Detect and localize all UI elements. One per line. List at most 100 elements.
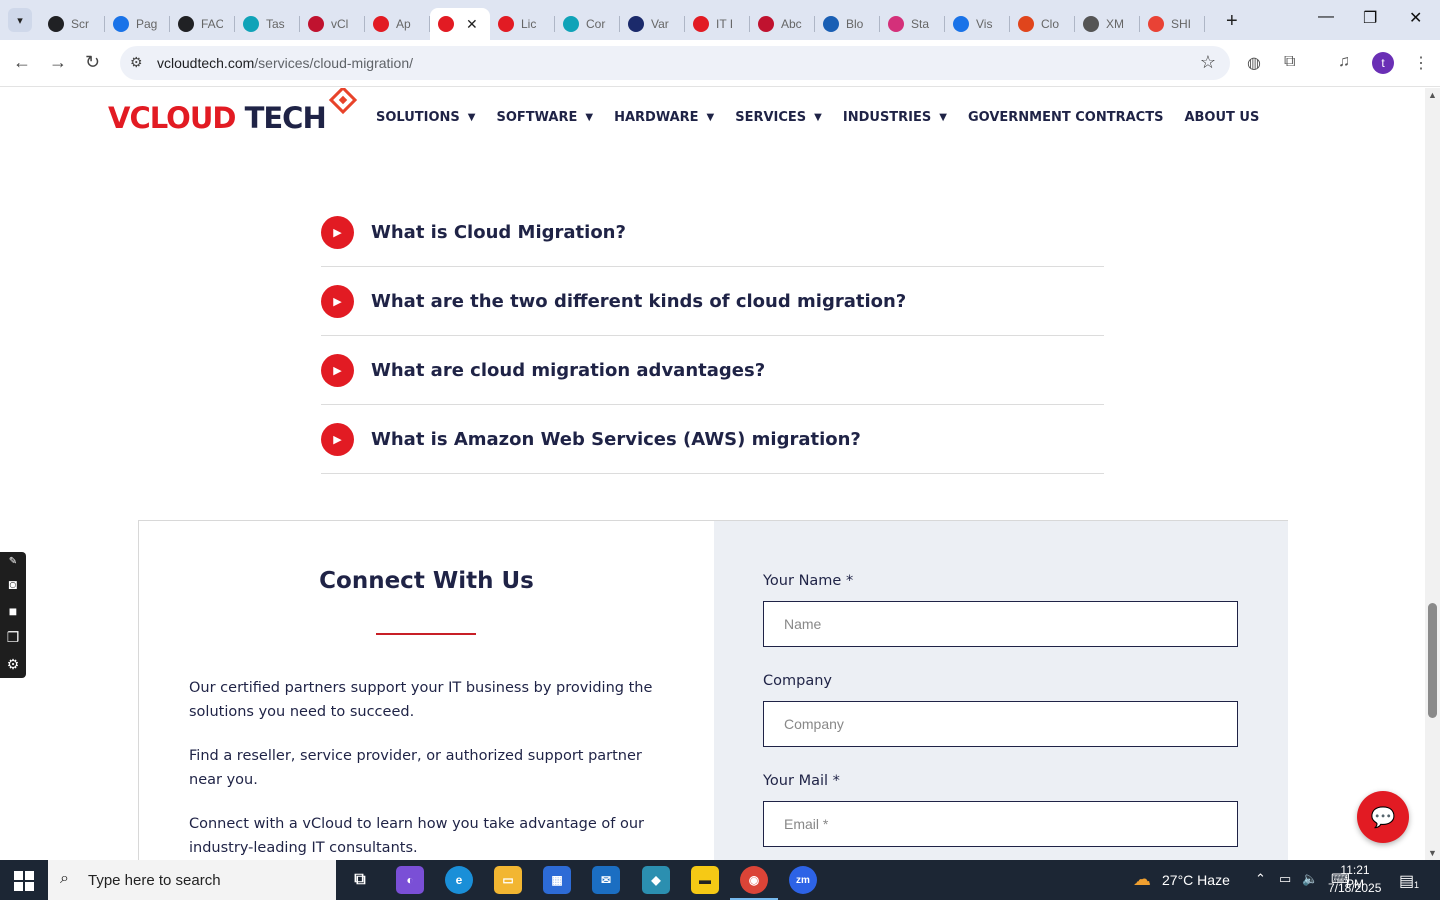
nav-item-label: SOLUTIONS bbox=[376, 110, 460, 125]
nav-item-services[interactable]: SERVICES ▼ bbox=[735, 110, 822, 125]
nav-item-hardware[interactable]: HARDWARE ▼ bbox=[614, 110, 714, 125]
extensions-icon[interactable]: ⧉ bbox=[1284, 53, 1295, 71]
menu-icon[interactable]: ⋮ bbox=[1413, 53, 1429, 73]
tab-title: Cor bbox=[586, 17, 606, 31]
app-icon[interactable]: ◆ bbox=[642, 866, 670, 894]
bookmark-star-icon[interactable]: ☆ bbox=[1200, 52, 1216, 73]
name-field[interactable] bbox=[763, 601, 1238, 647]
browser-tab[interactable]: IT I bbox=[685, 8, 750, 40]
title-divider bbox=[376, 633, 476, 635]
email-field[interactable] bbox=[763, 801, 1238, 847]
company-field[interactable] bbox=[763, 701, 1238, 747]
network-icon[interactable]: ▭ bbox=[1279, 871, 1291, 887]
speed-icon bbox=[113, 16, 129, 32]
edit-icon[interactable]: ✎ bbox=[0, 552, 26, 570]
tab-title: IT I bbox=[716, 17, 734, 31]
nav-item-software[interactable]: SOFTWARE ▼ bbox=[497, 110, 594, 125]
email-label: Your Mail * bbox=[763, 773, 840, 789]
tab-title: Vis bbox=[976, 17, 993, 31]
browser-tab[interactable]: SHI bbox=[1140, 8, 1205, 40]
clock-date[interactable]: 7/18/2025 bbox=[1328, 881, 1381, 895]
media-control-icon[interactable]: ♫ bbox=[1338, 53, 1350, 71]
scroll-down-arrow[interactable]: ▼ bbox=[1428, 848, 1437, 858]
sticky-notes-icon[interactable]: ▬ bbox=[691, 866, 719, 894]
vcloud-logo[interactable]: VCLOUD TECH bbox=[108, 101, 327, 135]
restore-button[interactable]: ❐ bbox=[1363, 8, 1377, 28]
profile-avatar[interactable]: t bbox=[1372, 52, 1394, 74]
close-window-button[interactable]: ✕ bbox=[1409, 8, 1422, 28]
weather-icon: ☁ bbox=[1133, 869, 1151, 889]
minimize-button[interactable]: — bbox=[1318, 8, 1334, 26]
reload-button[interactable]: ↻ bbox=[85, 52, 100, 73]
start-button[interactable] bbox=[14, 871, 34, 891]
browser-tab[interactable]: Clo bbox=[1010, 8, 1075, 40]
forward-button[interactable]: → bbox=[49, 52, 67, 73]
search-placeholder: Type here to search bbox=[88, 872, 221, 889]
volume-icon[interactable]: 🔈 bbox=[1302, 871, 1318, 887]
browser-tab[interactable]: Scr bbox=[40, 8, 105, 40]
edge-icon[interactable]: e bbox=[445, 866, 473, 894]
scroll-up-arrow[interactable]: ▲ bbox=[1428, 90, 1437, 100]
page-scrollbar[interactable]: ▲ ▼ bbox=[1425, 88, 1440, 860]
web-page: VCLOUD TECH SOLUTIONS ▼ SOFTWARE ▼ HARDWARE ▼… bbox=[0, 88, 1425, 860]
browser-tab[interactable]: Var bbox=[620, 8, 685, 40]
browser-tab[interactable]: Ap bbox=[365, 8, 430, 40]
store-icon[interactable]: ▦ bbox=[543, 866, 571, 894]
browser-tab[interactable]: Blo bbox=[815, 8, 880, 40]
tab-title: Clo bbox=[1041, 17, 1060, 31]
video-icon[interactable]: ■ bbox=[0, 597, 26, 624]
notifications-icon[interactable]: ▤ bbox=[1399, 871, 1414, 891]
url-text[interactable]: vcloudtech.com/services/cloud-migration/ bbox=[157, 55, 413, 71]
browser-tab[interactable]: Sta bbox=[880, 8, 945, 40]
nav-item-industries[interactable]: INDUSTRIES ▼ bbox=[843, 110, 947, 125]
browser-tab[interactable]: Abc bbox=[750, 8, 815, 40]
chrome-icon[interactable]: ◉ bbox=[730, 866, 778, 900]
mail-icon[interactable]: ✉ bbox=[592, 866, 620, 894]
tab-search-button[interactable]: ▾ bbox=[8, 8, 32, 32]
vcloud-icon bbox=[693, 16, 709, 32]
task-view-icon[interactable]: ⧉ bbox=[346, 866, 374, 894]
tray-chevron-icon[interactable]: ⌃ bbox=[1255, 871, 1266, 887]
ring-icon bbox=[1148, 16, 1164, 32]
address-bar[interactable]: ⚙ vcloudtech.com/services/cloud-migratio… bbox=[120, 46, 1230, 80]
browser-tab[interactable]: Vis bbox=[945, 8, 1010, 40]
faq-item[interactable]: ▶ What are the two different kinds of clo… bbox=[321, 267, 1104, 336]
browser-tab[interactable]: FAC bbox=[170, 8, 235, 40]
browser-tab[interactable]: Tas bbox=[235, 8, 300, 40]
close-tab-icon[interactable]: ✕ bbox=[466, 16, 478, 33]
vcloud-icon bbox=[498, 16, 514, 32]
nav-item-government-contracts[interactable]: GOVERNMENT CONTRACTS bbox=[968, 110, 1163, 125]
zoom-icon[interactable]: zm bbox=[789, 866, 817, 894]
browser-tab[interactable]: XM bbox=[1075, 8, 1140, 40]
v-icon bbox=[308, 16, 324, 32]
faq-list: ▶ What is Cloud Migration? ▶ What are the t… bbox=[321, 198, 1104, 474]
tab-title: FAC bbox=[201, 17, 223, 31]
new-tab-button[interactable]: + bbox=[1226, 10, 1238, 33]
nav-item-solutions[interactable]: SOLUTIONS ▼ bbox=[376, 110, 476, 125]
slash-icon bbox=[1018, 16, 1034, 32]
browser-tab[interactable]: Cor bbox=[555, 8, 620, 40]
faq-item[interactable]: ▶ What are cloud migration advantages? bbox=[321, 336, 1104, 405]
browser-tab[interactable]: Pag bbox=[105, 8, 170, 40]
scroll-thumb[interactable] bbox=[1428, 603, 1437, 718]
browser-tab[interactable]: ✕ bbox=[430, 8, 490, 40]
site-info-icon[interactable]: ⚙ bbox=[130, 54, 143, 71]
tab-title: Sta bbox=[911, 17, 930, 31]
nav-item-about-us[interactable]: ABOUT US bbox=[1184, 110, 1259, 125]
faq-item[interactable]: ▶ What is Amazon Web Services (AWS) migra… bbox=[321, 405, 1104, 474]
settings-icon[interactable]: ⚙ bbox=[0, 651, 26, 678]
copy-icon[interactable]: ❐ bbox=[0, 624, 26, 651]
browser-tab[interactable]: Lic bbox=[490, 8, 555, 40]
faq-item[interactable]: ▶ What is Cloud Migration? bbox=[321, 198, 1104, 267]
copilot-icon[interactable]: ◐ bbox=[396, 866, 424, 894]
caret-down-icon: ▼ bbox=[939, 112, 947, 123]
camera-icon[interactable]: ◙ bbox=[0, 570, 26, 597]
file-explorer-icon[interactable]: ▭ bbox=[494, 866, 522, 894]
translate-icon[interactable]: ◍ bbox=[1247, 53, 1261, 73]
back-button[interactable]: ← bbox=[13, 52, 31, 73]
browser-tab[interactable]: vCl bbox=[300, 8, 365, 40]
faq-question: What are the two different kinds of clou… bbox=[371, 290, 907, 312]
chat-icon[interactable]: 💬 bbox=[1357, 791, 1409, 843]
weather-text[interactable]: 27°C Haze bbox=[1162, 872, 1230, 888]
taskbar-search[interactable]: ⌕ Type here to search bbox=[48, 860, 336, 900]
